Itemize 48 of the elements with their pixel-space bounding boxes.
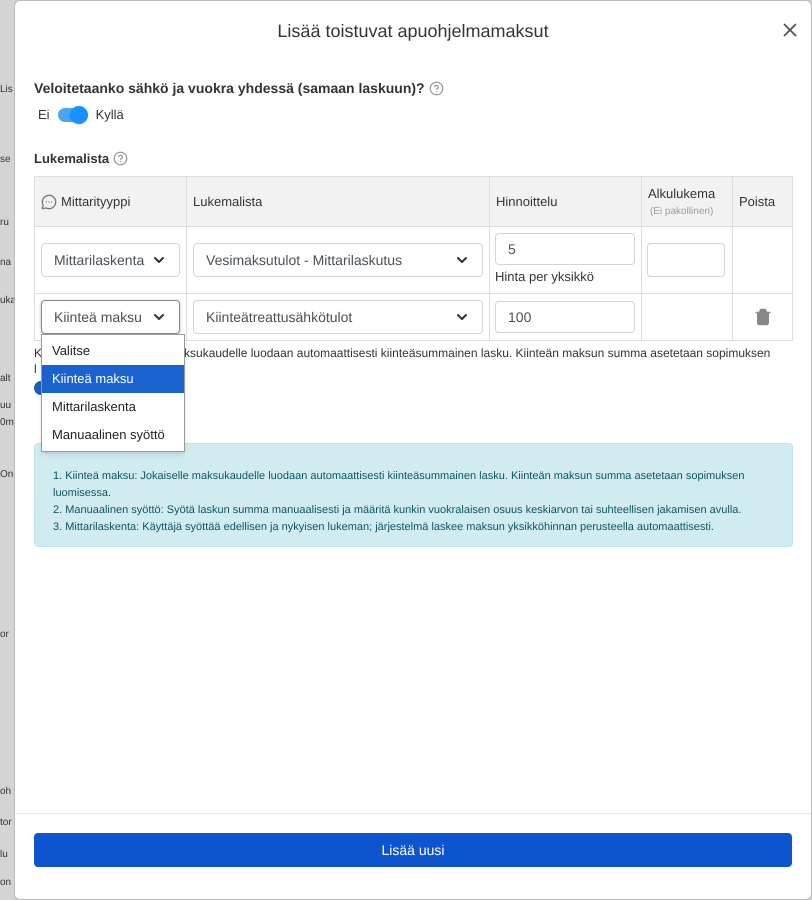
switch-off-label: Ei xyxy=(38,106,50,124)
background-text: 0m xyxy=(0,418,14,428)
toggle-switch[interactable] xyxy=(58,108,88,122)
initial-reading-field[interactable] xyxy=(647,243,725,277)
delete-button[interactable] xyxy=(754,308,772,326)
dropdown-option[interactable]: Manuaalinen syöttö xyxy=(42,421,184,449)
background-text: tor xyxy=(0,818,12,828)
section-label: Lukemalista xyxy=(34,150,110,168)
help-icon xyxy=(428,81,444,96)
background-text: uu xyxy=(0,401,12,411)
select-field[interactable]: Kiinteätreattusähkötulot xyxy=(193,300,483,334)
column-header: Poista xyxy=(739,192,776,211)
background-text: se xyxy=(0,155,11,165)
hint-text: ksukaudelle luodaan automaattisesti kiinteäsummainen lasku. Kiinteän maksun summa asetetaan sopimuksen xyxy=(184,345,770,361)
info-text: 1. Kiinteä maksu: Jokaiselle maksukaudelle luodaan automaattisesti kiinteäsummainen lasku. Kiinteän maksun summa asetetaan sopimuksen luomisessa. xyxy=(53,469,746,501)
column-note: (Ei pakollinen) xyxy=(650,204,714,219)
switch-on-label: Kyllä xyxy=(96,106,124,124)
background-text: ru xyxy=(0,218,9,228)
info-text: 3. Mittarilaskenta: Käyttäjä syöttää edellisen ja nykyisen lukeman; järjestelmä laskee maksun yksikköhinnan perusteella automaattisesti. xyxy=(53,520,715,535)
price-field[interactable]: 5 xyxy=(495,233,635,266)
hint-text: K xyxy=(34,345,42,361)
add-new-button[interactable]: Lisää uusi xyxy=(34,833,792,867)
background-text: On xyxy=(0,470,14,480)
dropdown-option[interactable]: Valitse xyxy=(42,337,184,365)
dialog-title: Lisää toistuvat apuohjelmamaksut xyxy=(277,20,549,43)
select-field[interactable]: Mittarilaskenta xyxy=(41,243,180,277)
column-header: Mittarityyppi xyxy=(61,192,130,211)
background-text: alt xyxy=(0,374,11,384)
select-field[interactable]: Vesimaksutulot - Mittarilaskutus xyxy=(193,243,483,277)
background-text: lu xyxy=(0,850,8,860)
dropdown-option[interactable]: Mittarilaskenta xyxy=(42,393,184,421)
column-header: Hinnoittelu xyxy=(496,192,558,211)
background-text: Lis xyxy=(0,85,13,95)
question-label: Veloitetaanko sähkö ja vuokra yhdessä (samaan laskuun)? xyxy=(34,79,425,98)
select-field[interactable]: Kiinteä maksu xyxy=(41,300,180,334)
price-note: Hinta per yksikkö xyxy=(495,268,595,286)
hint-text: l xyxy=(34,361,37,377)
price-field[interactable]: 100 xyxy=(495,301,635,333)
background-text: oh xyxy=(0,787,12,797)
column-header: Alkulukema xyxy=(648,185,716,204)
help-icon xyxy=(113,150,128,166)
info-text: 2. Manuaalinen syöttö: Syötä laskun summa manuaalisesti ja määritä kunkin vuokralaisen osuus keskiarvon tai suhteellisen jakamisen avulla. xyxy=(53,503,742,518)
column-header: Lukemalista xyxy=(193,192,262,211)
background-text: or xyxy=(0,630,9,640)
dropdown-option[interactable]: Kiinteä maksu xyxy=(42,365,184,393)
background-text: on xyxy=(0,878,12,888)
chat-icon xyxy=(41,194,57,210)
background-text: na xyxy=(0,258,12,268)
